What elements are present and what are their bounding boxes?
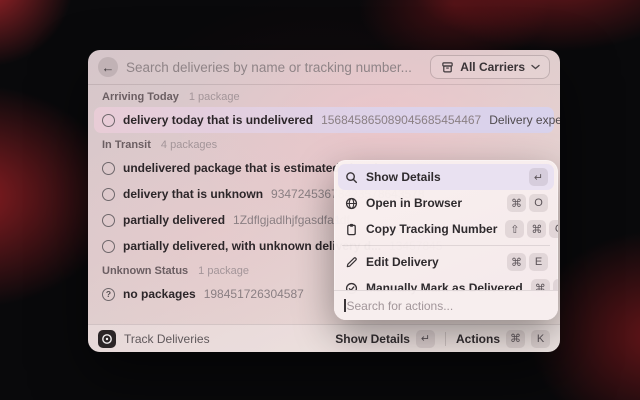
menu-item-open-in-browser[interactable]: Open in Browser ⌘ O [338, 190, 554, 216]
menu-item-label: Edit Delivery [366, 255, 439, 269]
chevron-down-icon [531, 64, 540, 70]
delivery-eta-text: Delivery expected today [489, 113, 560, 127]
menu-search-footer [334, 290, 558, 320]
progress-circle-icon [102, 114, 115, 127]
search-input[interactable] [126, 60, 422, 75]
text-caret [344, 299, 346, 312]
globe-icon [344, 196, 358, 210]
command-key-icon: ⌘ [507, 253, 526, 271]
menu-item-label: Copy Tracking Number [366, 222, 497, 236]
progress-circle-icon [102, 240, 115, 253]
return-key-icon: ↵ [529, 168, 548, 186]
actions-context-menu: Show Details ↵ Open in Browser ⌘ O Copy … [334, 160, 558, 320]
tracking-number: 1Zdflgjadlhjfgasdfasdf [233, 213, 350, 227]
progress-circle-icon [102, 188, 115, 201]
menu-item-label: Show Details [366, 170, 441, 184]
progress-circle-icon [102, 162, 115, 175]
action-bar: Track Deliveries Show Details ↵ Actions … [88, 324, 560, 352]
c-key-icon: C [549, 220, 558, 238]
section-header-arriving-today: Arriving Today 1 package [94, 91, 554, 107]
section-title: Arriving Today [102, 91, 179, 103]
section-count: 1 package [198, 265, 249, 277]
actions-search-input[interactable] [347, 299, 549, 313]
delivery-title: partially delivered [123, 213, 225, 227]
question-circle-icon: ? [102, 288, 115, 301]
menu-item-label: Open in Browser [366, 196, 462, 210]
section-count: 1 package [189, 91, 240, 103]
section-title: Unknown Status [102, 265, 188, 277]
command-key-icon: ⌘ [506, 330, 525, 348]
action-bar-divider [445, 332, 446, 346]
show-details-action[interactable]: Show Details [335, 332, 410, 346]
carrier-filter-dropdown[interactable]: All Carriers [430, 55, 550, 79]
launcher-window: ← All Carriers Arriving Today 1 package [88, 50, 560, 352]
package-box-icon [440, 60, 454, 74]
command-key-icon: ⌘ [507, 194, 526, 212]
command-key-icon: ⌘ [527, 220, 546, 238]
menu-separator [342, 245, 550, 246]
tracking-number: 198451726304587 [204, 287, 304, 301]
back-button[interactable]: ← [98, 57, 118, 77]
extension-icon [98, 330, 116, 348]
carrier-filter-label: All Carriers [460, 60, 525, 74]
menu-item-edit-delivery[interactable]: Edit Delivery ⌘ E [338, 249, 554, 275]
progress-circle-icon [102, 214, 115, 227]
delivery-title: delivery today that is undelivered [123, 113, 313, 127]
magnifier-icon [344, 170, 358, 184]
clipboard-icon [344, 222, 358, 236]
section-title: In Transit [102, 139, 151, 151]
menu-item-show-details[interactable]: Show Details ↵ [338, 164, 554, 190]
shift-key-icon: ⇧ [505, 220, 524, 238]
desktop-wallpaper: ← All Carriers Arriving Today 1 package [0, 0, 640, 400]
tracking-number: 156845865089045685454467 [321, 113, 481, 127]
section-header-in-transit: In Transit 4 packages [94, 139, 554, 155]
back-arrow-icon: ← [102, 61, 115, 74]
e-key-icon: E [529, 253, 548, 271]
pencil-icon [344, 255, 358, 269]
delivery-row-arriving[interactable]: delivery today that is undelivered 15684… [94, 107, 554, 133]
return-key-icon: ↵ [416, 330, 435, 348]
actions-menu-button[interactable]: Actions [456, 332, 500, 346]
app-name: Track Deliveries [124, 332, 210, 346]
search-bar: ← All Carriers [88, 50, 560, 84]
section-count: 4 packages [161, 139, 217, 151]
o-key-icon: O [529, 194, 548, 212]
menu-item-copy-tracking-number[interactable]: Copy Tracking Number ⇧ ⌘ C [338, 216, 554, 242]
k-key-icon: K [531, 330, 550, 348]
delivery-title: no packages [123, 287, 196, 301]
delivery-title: delivery that is unknown [123, 187, 263, 201]
